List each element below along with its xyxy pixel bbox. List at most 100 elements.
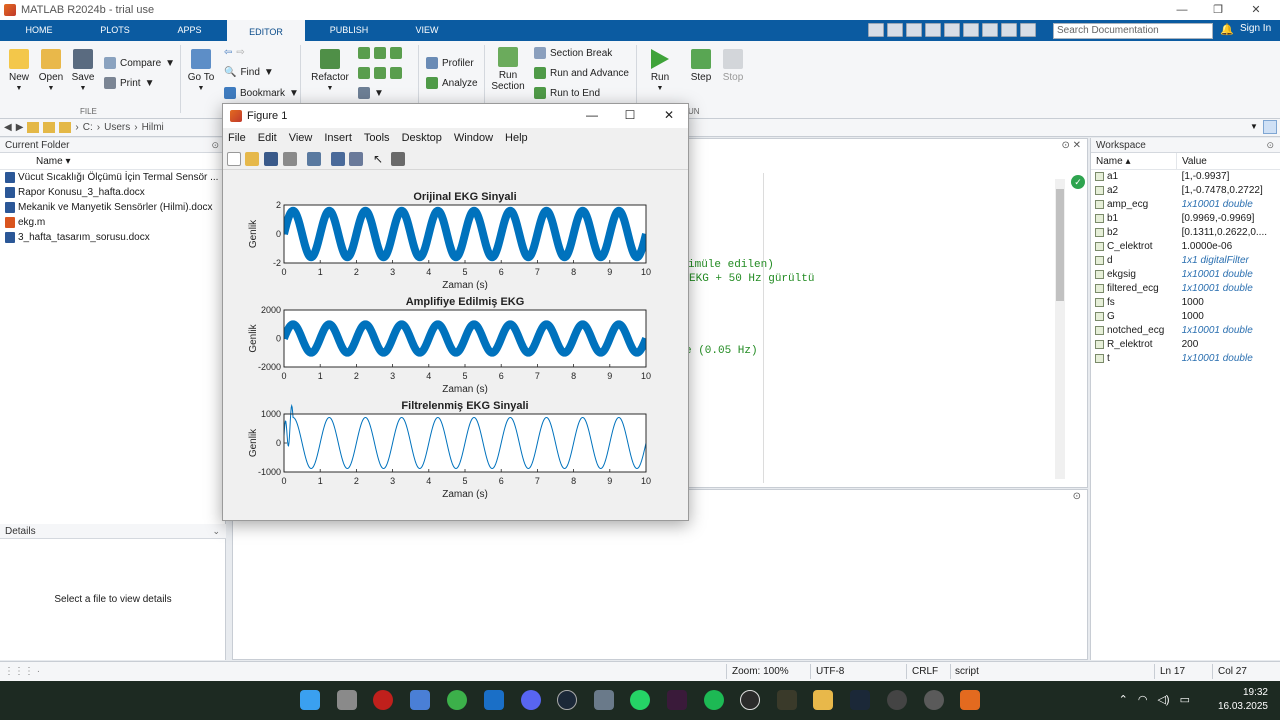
figure-title-bar[interactable]: Figure 1 — ☐ ✕ [223,104,688,128]
compare-button[interactable]: Compare ▼ [104,57,175,69]
back-forward-buttons[interactable]: ⇦ ⇨ [224,47,245,58]
notification-bell-icon[interactable]: 🔔 [1220,23,1234,36]
volume-icon[interactable]: ◁) [1157,693,1169,706]
value-column-header[interactable]: Value [1177,153,1207,169]
address-dropdown-icon[interactable]: ▼ [1250,122,1258,131]
outdent-icon[interactable] [390,67,402,79]
figure-maximize-button[interactable]: ☐ [615,108,645,122]
chevron-up-icon[interactable]: ⌃ [1119,693,1128,706]
new-button[interactable]: New ▼ [6,49,32,92]
wifi-icon[interactable]: ◠ [1138,693,1148,706]
smart-indent-icon[interactable] [358,67,370,79]
paste-qat-icon[interactable] [925,23,941,37]
file-item[interactable]: ekg.m [0,215,225,230]
name-column-header[interactable]: Name ▾ [0,153,225,170]
code-comment[interactable]: EKG + 50 Hz gürültü [689,273,814,285]
open-file-icon[interactable] [245,152,259,166]
panel-menu-icon[interactable]: ⊙ [211,138,219,153]
menu-insert[interactable]: Insert [324,132,352,144]
menu-tools[interactable]: Tools [364,132,390,144]
menu-window[interactable]: Window [454,132,493,144]
workspace-variable-row[interactable]: G 1000 [1091,310,1280,324]
details-header[interactable]: Details ⌄ [0,524,226,539]
analyze-button[interactable]: Analyze [426,77,478,89]
run-section-button[interactable]: Run Section [488,47,528,92]
community-qat-icon[interactable] [1020,23,1036,37]
forward-nav-icon[interactable]: ▶ [16,122,24,133]
cut-qat-icon[interactable] [887,23,903,37]
editor-scrollbar[interactable] [1055,179,1065,479]
upwork-icon[interactable] [740,690,760,710]
workspace-variable-row[interactable]: filtered_ecg 1x10001 double [1091,282,1280,296]
file-item[interactable]: Vücut Sıcaklığı Ölçümü İçin Termal Sensö… [0,170,225,185]
breadcrumb-drive[interactable]: C: [83,122,93,133]
back-nav-icon[interactable]: ◀ [4,122,12,133]
maximize-button[interactable]: ❐ [1200,0,1236,20]
pointer-icon[interactable]: ↖ [373,152,387,166]
workspace-variable-row[interactable]: t 1x10001 double [1091,352,1280,366]
link-plot-icon[interactable] [307,152,321,166]
workspace-variable-row[interactable]: amp_ecg 1x10001 double [1091,198,1280,212]
figure-close-button[interactable]: ✕ [654,108,684,122]
profiler-button[interactable]: Profiler [426,57,474,69]
panel-menu-icon[interactable]: ⊙ [1266,138,1274,153]
steam-icon[interactable] [557,690,577,710]
file-item[interactable]: Mekanik ve Manyetik Sensörler (Hilmi).do… [0,200,225,215]
wrap-comments-icon[interactable] [390,47,402,59]
save-figure-icon[interactable] [264,152,278,166]
app-icon[interactable] [667,690,687,710]
close-button[interactable]: ✕ [1238,0,1274,20]
task-view-icon[interactable] [337,690,357,710]
back-arrow-icon[interactable]: ⇦ [224,47,232,58]
windows-start-icon[interactable] [300,690,320,710]
menu-help[interactable]: Help [505,132,528,144]
spotify-icon[interactable] [704,690,724,710]
opera-icon[interactable] [373,690,393,710]
menu-desktop[interactable]: Desktop [402,132,442,144]
figure-window[interactable]: Figure 1 — ☐ ✕ File Edit View Insert Too… [222,103,689,521]
workspace-variable-row[interactable]: ekgsig 1x10001 double [1091,268,1280,282]
app-icon[interactable] [777,690,797,710]
redo-qat-icon[interactable] [963,23,979,37]
tab-plots[interactable]: PLOTS [85,20,145,41]
workspace-variable-row[interactable]: a2 [1,-0.7478,0.2722] [1091,184,1280,198]
name-column-header[interactable]: Name ▴ [1091,153,1177,169]
figure-minimize-button[interactable]: — [577,108,607,122]
command-window-menu-icon[interactable]: ⊙ [1073,491,1081,502]
legend-icon[interactable] [349,152,363,166]
go-to-button[interactable]: Go To ▼ [186,49,216,92]
help-qat-icon[interactable] [1001,23,1017,37]
forward-arrow-icon[interactable]: ⇨ [236,47,244,58]
matlab-taskbar-icon[interactable] [960,690,980,710]
tab-publish[interactable]: PUBLISH [316,20,382,41]
workspace-variable-row[interactable]: notched_ecg 1x10001 double [1091,324,1280,338]
workspace-variable-row[interactable]: R_elektrot 200 [1091,338,1280,352]
property-inspector-icon[interactable] [391,152,405,166]
code-comment[interactable]: e (0.05 Hz) [685,345,758,357]
browse-folder-icon[interactable] [43,122,56,133]
file-item[interactable]: Rapor Konusu_3_hafta.docx [0,185,225,200]
run-to-end-button[interactable]: Run to End [534,87,600,99]
workspace-variable-row[interactable]: a1 [1,-0.9937] [1091,170,1280,184]
obs-icon[interactable] [887,690,907,710]
breadcrumb-hilmi[interactable]: Hilmi [142,122,164,133]
indent-icon[interactable] [374,67,386,79]
tab-home[interactable]: HOME [10,20,68,41]
sign-in-link[interactable]: Sign In [1240,23,1271,34]
code-analyzer-ok-icon[interactable]: ✓ [1071,175,1085,189]
breadcrumb-users[interactable]: Users [104,122,130,133]
minimize-button[interactable]: — [1164,0,1200,20]
outlook-icon[interactable] [484,690,504,710]
discord-icon[interactable] [521,690,541,710]
print-figure-icon[interactable] [283,152,297,166]
whatsapp-icon[interactable] [630,690,650,710]
workspace-variable-row[interactable]: C_elektrot 1.0000e-06 [1091,240,1280,254]
section-break-button[interactable]: Section Break [534,47,612,59]
open-button[interactable]: Open ▼ [36,49,66,92]
save-button[interactable]: Save ▼ [70,49,96,92]
copy-qat-icon[interactable] [906,23,922,37]
media-player-icon[interactable] [924,690,944,710]
run-button[interactable]: Run ▼ [644,49,676,92]
editor-close-icon[interactable]: ⊙ ✕ [1061,140,1081,151]
print-button[interactable]: Print ▼ [104,77,154,89]
